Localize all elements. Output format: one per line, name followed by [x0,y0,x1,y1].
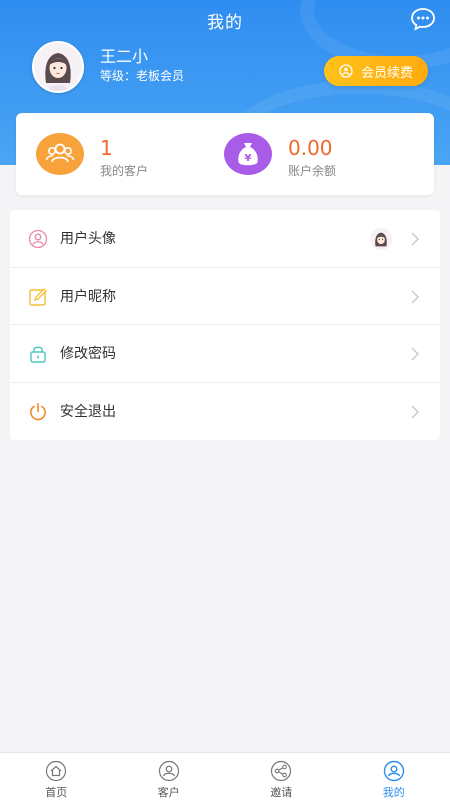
tab-invite[interactable]: 邀请 [225,753,338,800]
home-icon [46,760,67,782]
settings-menu: 用户头像 用户昵称 修改密码 安全退出 [10,210,440,440]
page-title: 我的 [207,13,243,33]
tab-label: 首页 [45,786,68,799]
tab-label: 我的 [382,786,405,799]
stats-card: 1 我的客户 ¥ 0.00 账户余额 [16,113,434,195]
menu-item-avatar[interactable]: 用户头像 [10,210,440,268]
share-icon [271,760,292,782]
customers-icon[interactable] [36,133,84,175]
tab-home[interactable]: 首页 [0,753,113,800]
chevron-right-icon [411,405,419,418]
lock-icon [30,346,46,363]
chat-bubble-icon[interactable] [410,6,436,32]
renew-label: 会员续费 [360,65,413,81]
profile-icon [383,760,404,782]
tab-label: 客户 [157,786,180,799]
svg-text:¥: ¥ [245,153,252,164]
menu-item-nickname[interactable]: 用户昵称 [10,268,440,325]
menu-item-logout[interactable]: 安全退出 [10,383,440,441]
chevron-right-icon [411,232,419,246]
user-circle-icon [28,229,48,249]
customers-label: 我的客户 [100,164,149,178]
membership-renew-button[interactable]: 会员续费 [324,56,428,86]
user-name: 王二小 [100,47,149,66]
member-icon [339,64,353,78]
avatar-thumbnail [370,228,392,250]
balance-label: 账户余额 [288,164,337,178]
edit-icon [29,287,47,306]
chevron-right-icon [411,290,419,303]
customers-count: 1 [100,136,113,160]
money-bag-icon[interactable]: ¥ [224,133,272,175]
bottom-tab-bar: 首页 客户 邀请 我的 [0,752,450,800]
menu-label: 用户头像 [60,231,116,248]
balance-amount: 0.00 [288,136,333,160]
chevron-right-icon [411,347,419,361]
tab-customers[interactable]: 客户 [113,753,226,800]
menu-item-password[interactable]: 修改密码 [10,325,440,383]
user-level: 等级：老板会员 [100,69,185,83]
power-icon [30,402,46,420]
menu-label: 安全退出 [60,404,116,421]
tab-label: 邀请 [270,786,293,799]
menu-label: 用户昵称 [60,288,116,305]
menu-label: 修改密码 [60,346,116,363]
avatar[interactable] [32,41,84,93]
tab-profile[interactable]: 我的 [338,753,450,800]
customer-icon [158,760,179,782]
